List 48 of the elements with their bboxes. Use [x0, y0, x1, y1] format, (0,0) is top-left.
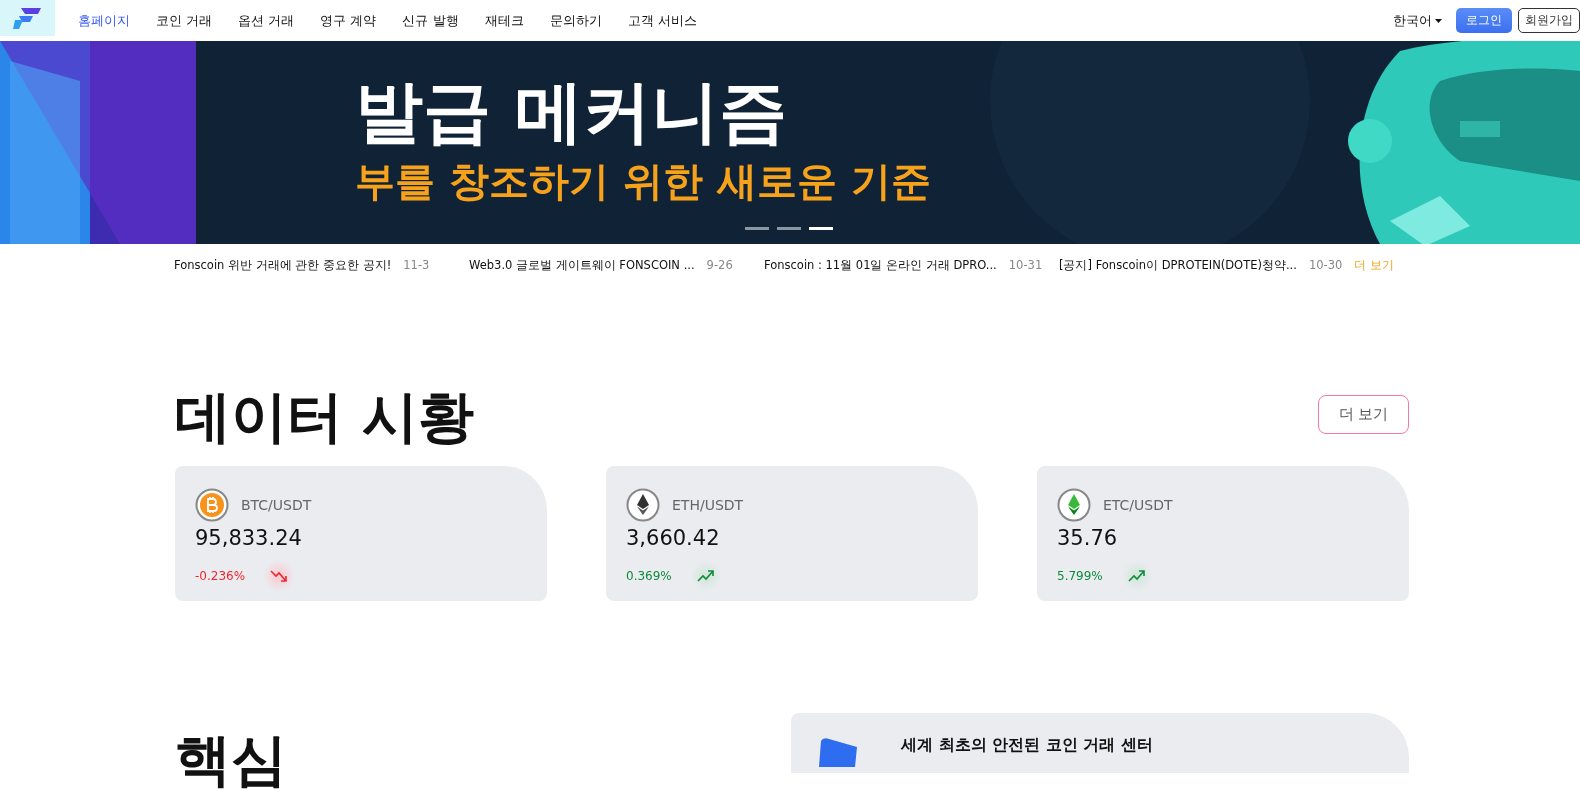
notice-link[interactable]: [공지] Fonscoin이 DPROTEIN(DOTE)청약... [1059, 257, 1297, 273]
market-card[interactable]: BTC/USDT 95,833.24 -0.236% [175, 465, 547, 601]
nav-link[interactable]: 문의하기 [536, 11, 615, 30]
pair-label: ETC/USDT [1103, 496, 1173, 513]
bitcoin-icon [195, 487, 229, 522]
nav-link[interactable]: 홈페이지 [65, 11, 143, 30]
notice-link[interactable]: Fonscoin 위반 거래에 관한 중요한 공지! [174, 257, 392, 273]
trend-down-icon [270, 568, 289, 583]
change-percent: 0.369% [626, 568, 672, 583]
notice-date: 11-3 [403, 257, 430, 273]
language-selector[interactable]: 한국어 [1393, 11, 1442, 30]
section-title: 데이터 시황 [175, 386, 475, 448]
trend-up-icon [696, 568, 715, 583]
section-title: 핵심 [175, 730, 287, 790]
market-card[interactable]: ETC/USDT 35.76 5.799% [1037, 465, 1409, 601]
banner-title: 발급 메커니즘 [355, 71, 788, 153]
ethereum-icon [626, 487, 660, 522]
change-percent: -0.236% [195, 568, 246, 583]
pair-label: BTC/USDT [241, 496, 312, 513]
pair-label: ETH/USDT [672, 496, 744, 513]
carousel-indicator[interactable] [777, 227, 801, 230]
nav-link[interactable]: 영구 계약 [307, 11, 390, 30]
nav-link[interactable]: 고객 서비스 [614, 11, 710, 30]
ethereum-classic-icon [1057, 487, 1091, 522]
price-value: 3,660.42 [626, 525, 721, 550]
notice-link[interactable]: Web3.0 글로벌 게이트웨이 FONSCOIN ... [469, 257, 695, 273]
login-button[interactable]: 로그인 [1456, 8, 1512, 33]
market-card[interactable]: ETH/USDT 3,660.42 0.369% [606, 465, 978, 601]
change-percent: 5.799% [1057, 568, 1103, 583]
price-value: 35.76 [1057, 525, 1119, 550]
carousel-indicator[interactable] [809, 227, 833, 230]
trend-up-icon [1127, 568, 1146, 583]
notice-date: 10-30 [1308, 257, 1343, 273]
nav-link[interactable]: 신규 발행 [389, 11, 472, 30]
feature-title: 세계 최초의 안전된 코인 거래 센터 [901, 734, 1153, 756]
more-button[interactable]: 더 보기 [1318, 394, 1409, 434]
notice-link[interactable]: Fonscoin : 11월 01일 온라인 거래 DPRO... [764, 257, 997, 273]
notice-date: 10-31 [1008, 257, 1043, 273]
nav-link[interactable]: 옵션 거래 [225, 11, 308, 30]
nav-link[interactable]: 코인 거래 [143, 11, 226, 30]
notice-date: 9-26 [706, 257, 733, 273]
carousel-indicator[interactable] [745, 227, 769, 230]
caret-icon [1435, 18, 1442, 23]
logo-icon[interactable] [0, 0, 55, 36]
signup-button[interactable]: 회원가입 [1518, 8, 1580, 33]
nav-link[interactable]: 재테크 [471, 11, 537, 30]
price-value: 95,833.24 [195, 525, 303, 550]
banner-subtitle: 부를 창조하기 위한 새로운 기준 [355, 156, 931, 206]
